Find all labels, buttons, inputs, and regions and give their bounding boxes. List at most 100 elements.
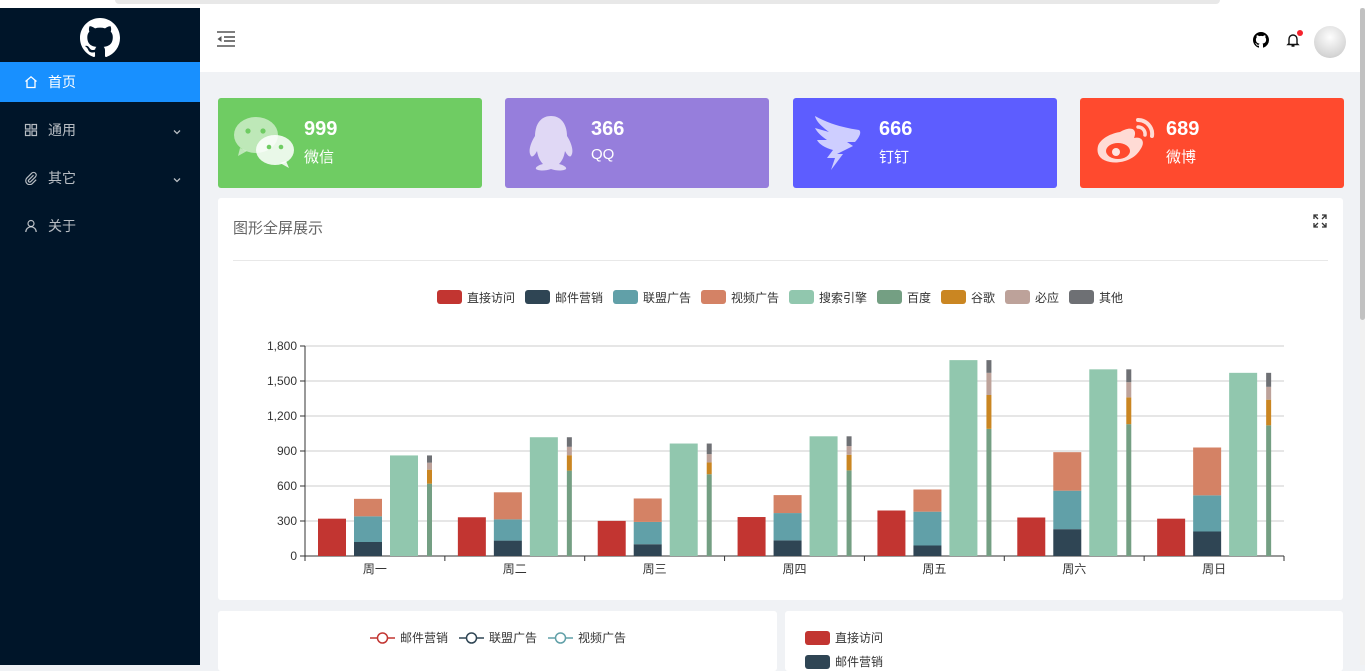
bar-segment bbox=[846, 436, 852, 447]
bar-segment bbox=[669, 443, 698, 556]
chart-panel: 图形全屏展示 直接访问 邮件营销 联盟广告 视频广告 搜索引擎 百度 谷歌 必应 其他 0 300… bbox=[218, 198, 1343, 600]
top-shadow bbox=[115, 0, 1220, 4]
sidebar-item-home[interactable]: 首页 bbox=[0, 62, 200, 102]
bar-segment bbox=[913, 511, 942, 546]
bar-segment bbox=[427, 469, 432, 484]
sidebar-item-about[interactable]: 关于 bbox=[0, 206, 200, 246]
sidebar-item-label: 关于 bbox=[48, 218, 76, 234]
legend-label: 直接访问 bbox=[835, 631, 884, 645]
sidebar-item-general[interactable]: 通用 bbox=[0, 110, 200, 150]
sidebar-item-label: 其它 bbox=[48, 170, 76, 186]
bar-segment bbox=[1053, 490, 1082, 530]
home-icon bbox=[24, 75, 38, 89]
bar-segment bbox=[1266, 399, 1272, 426]
bar-segment bbox=[986, 428, 992, 556]
bar-segment bbox=[633, 521, 662, 545]
bar-segment bbox=[1193, 531, 1222, 556]
avatar[interactable] bbox=[1314, 26, 1346, 58]
stat-value: 666 bbox=[879, 118, 913, 140]
legend-item[interactable]: 邮件营销 bbox=[805, 653, 883, 670]
x-tick-label: 周四 bbox=[782, 562, 806, 576]
scrollbar-thumb[interactable] bbox=[1360, 8, 1365, 320]
bar-segment bbox=[1126, 382, 1132, 398]
bar-segment bbox=[1053, 529, 1082, 556]
stat-value: 999 bbox=[304, 118, 338, 140]
bar-segment bbox=[706, 454, 712, 463]
y-tick-label: 600 bbox=[277, 479, 297, 493]
bar-segment bbox=[1126, 424, 1132, 556]
stat-value: 689 bbox=[1166, 118, 1200, 140]
stacked-bar-chart: 0 300 600 900 1,200 1,500 1,800 周一 周二 周三 周四 周五 周六 周日 bbox=[267, 339, 1285, 576]
legend-item[interactable]: 联盟广告 bbox=[459, 629, 537, 646]
y-tick-label: 0 bbox=[290, 549, 297, 563]
bar-segment bbox=[706, 474, 712, 556]
bar-segment bbox=[706, 443, 712, 455]
stat-label: 钉钉 bbox=[879, 149, 910, 166]
sidebar-item-other[interactable]: 其它 bbox=[0, 158, 200, 198]
y-tick-label: 1,500 bbox=[267, 374, 297, 388]
bar-segment bbox=[566, 437, 572, 447]
bar-segment bbox=[773, 495, 802, 514]
stat-card-qq[interactable]: 366 QQ bbox=[505, 98, 769, 188]
bell-icon[interactable] bbox=[1285, 30, 1303, 48]
bar-segment bbox=[457, 517, 486, 556]
sidebar-item-label: 首页 bbox=[48, 74, 76, 90]
legend-label: 邮件营销 bbox=[835, 655, 884, 669]
stat-value: 366 bbox=[591, 118, 625, 140]
bar-segment bbox=[493, 492, 522, 520]
bar-segment bbox=[877, 510, 906, 556]
bar-segment bbox=[846, 470, 852, 556]
stat-label: QQ bbox=[591, 146, 615, 163]
stat-card-wechat[interactable]: 999 微信 bbox=[218, 98, 482, 188]
bar-segment bbox=[1126, 369, 1132, 383]
legend-line-marker bbox=[370, 631, 395, 644]
bar-segment bbox=[1266, 425, 1272, 556]
bar-segment bbox=[846, 454, 852, 471]
bar-segment bbox=[427, 462, 432, 470]
legend-item[interactable]: 邮件营销 bbox=[370, 629, 448, 646]
legend-item[interactable]: 直接访问 bbox=[805, 629, 883, 646]
bar-segment bbox=[913, 489, 942, 512]
wechat-icon bbox=[232, 114, 296, 172]
legend-item[interactable]: 视频广告 bbox=[548, 629, 626, 646]
weibo-icon bbox=[1094, 114, 1158, 172]
bar-segment bbox=[1193, 447, 1222, 496]
bar-segment bbox=[597, 520, 626, 556]
bar-segment bbox=[529, 437, 558, 556]
bar-segment bbox=[1266, 372, 1272, 387]
bar-segment bbox=[427, 455, 432, 463]
bar-segment bbox=[1157, 518, 1186, 556]
github-logo-icon[interactable] bbox=[80, 18, 120, 58]
bottom-left-panel: 邮件营销 联盟广告 视频广告 bbox=[218, 611, 777, 671]
bar-segment bbox=[427, 483, 432, 556]
github-icon[interactable] bbox=[1253, 32, 1269, 48]
bar-segment bbox=[986, 395, 992, 429]
bar-segment bbox=[566, 470, 572, 556]
menu-fold-icon[interactable] bbox=[216, 30, 236, 48]
bar-segment bbox=[1053, 452, 1082, 491]
stat-card-dingtalk[interactable]: 666 钉钉 bbox=[793, 98, 1057, 188]
bar-segment bbox=[1089, 369, 1118, 556]
bar-segment bbox=[913, 545, 942, 556]
bar-segment bbox=[633, 544, 662, 556]
browser-top-strip bbox=[0, 0, 1365, 8]
bar-segment bbox=[354, 542, 382, 556]
legend-label: 邮件营销 bbox=[400, 631, 449, 645]
legend-label: 联盟广告 bbox=[489, 631, 538, 645]
bar-segment bbox=[986, 372, 992, 395]
bar-segment bbox=[706, 462, 712, 475]
stat-label: 微信 bbox=[304, 149, 335, 166]
stat-label: 微博 bbox=[1166, 149, 1197, 166]
page-scrollbar[interactable] bbox=[1360, 8, 1365, 665]
x-tick-label: 周六 bbox=[1062, 562, 1086, 576]
qq-icon bbox=[519, 114, 583, 172]
legend-label: 视频广告 bbox=[578, 631, 627, 645]
stat-card-weibo[interactable]: 689 微博 bbox=[1080, 98, 1344, 188]
sidebar-item-label: 通用 bbox=[48, 122, 76, 138]
bar-segment bbox=[390, 455, 418, 556]
y-tick-label: 300 bbox=[277, 514, 297, 528]
bar-segment bbox=[566, 446, 572, 456]
x-tick-label: 周一 bbox=[363, 562, 387, 576]
bar-segment bbox=[493, 519, 522, 541]
bar-segment bbox=[949, 360, 978, 556]
